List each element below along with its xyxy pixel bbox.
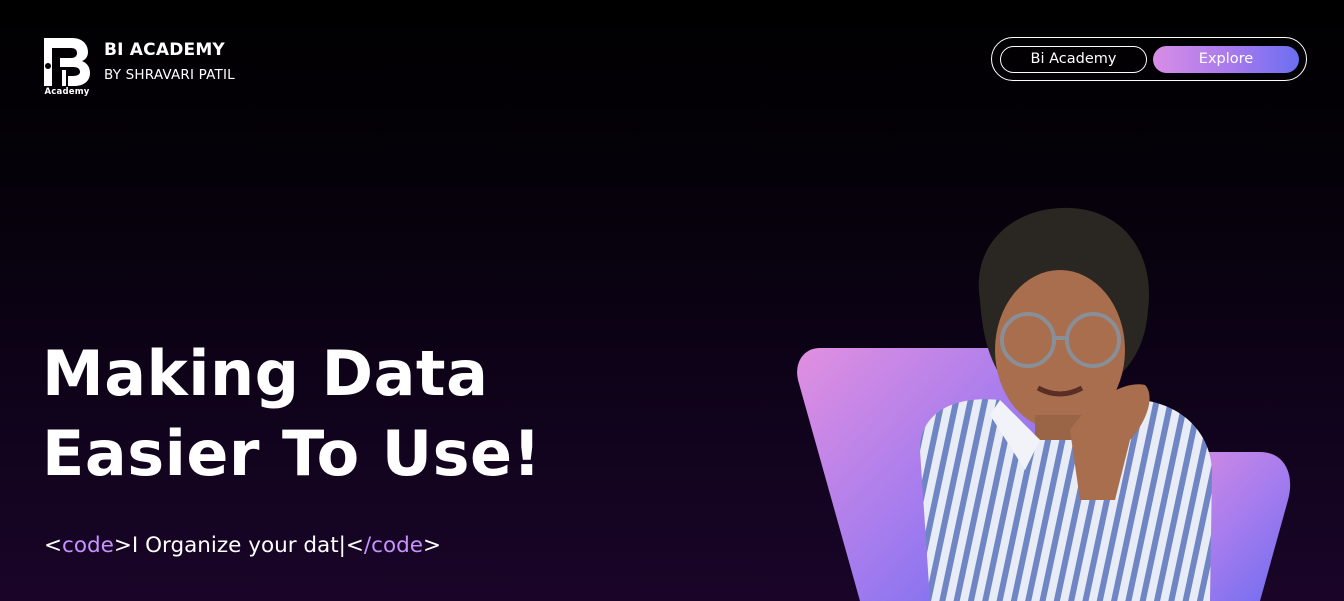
close-tag-word: /code xyxy=(363,533,424,558)
brand-title: BI ACADEMY xyxy=(104,40,225,60)
hero-title-line-1: Making Data xyxy=(42,337,489,410)
explore-button[interactable]: Explore xyxy=(1153,46,1299,73)
logo-mark xyxy=(44,38,90,86)
site-header: Academy BI ACADEMY BY SHRAVARI PATIL Bi … xyxy=(0,0,1344,110)
typing-text: I Organize your dat| xyxy=(131,533,346,558)
typing-line: <code>I Organize your dat|</code> xyxy=(44,533,441,558)
close-tag-gt: > xyxy=(423,533,442,558)
logo-caption: Academy xyxy=(44,87,90,97)
nav-pill: Bi Academy Explore xyxy=(991,37,1307,81)
close-tag-lt: < xyxy=(345,533,364,558)
bi-academy-button[interactable]: Bi Academy xyxy=(1000,46,1147,73)
brand-subtitle: BY SHRAVARI PATIL xyxy=(104,67,235,83)
open-tag-gt: > xyxy=(113,533,132,558)
open-tag-lt: < xyxy=(44,533,63,558)
bi-academy-logo-icon[interactable]: Academy xyxy=(42,36,92,100)
open-tag-word: code xyxy=(62,533,114,558)
person-photo xyxy=(920,207,1212,601)
hero-title-line-2: Easier To Use! xyxy=(42,417,542,490)
hero-title: Making Data Easier To Use! xyxy=(42,334,682,494)
